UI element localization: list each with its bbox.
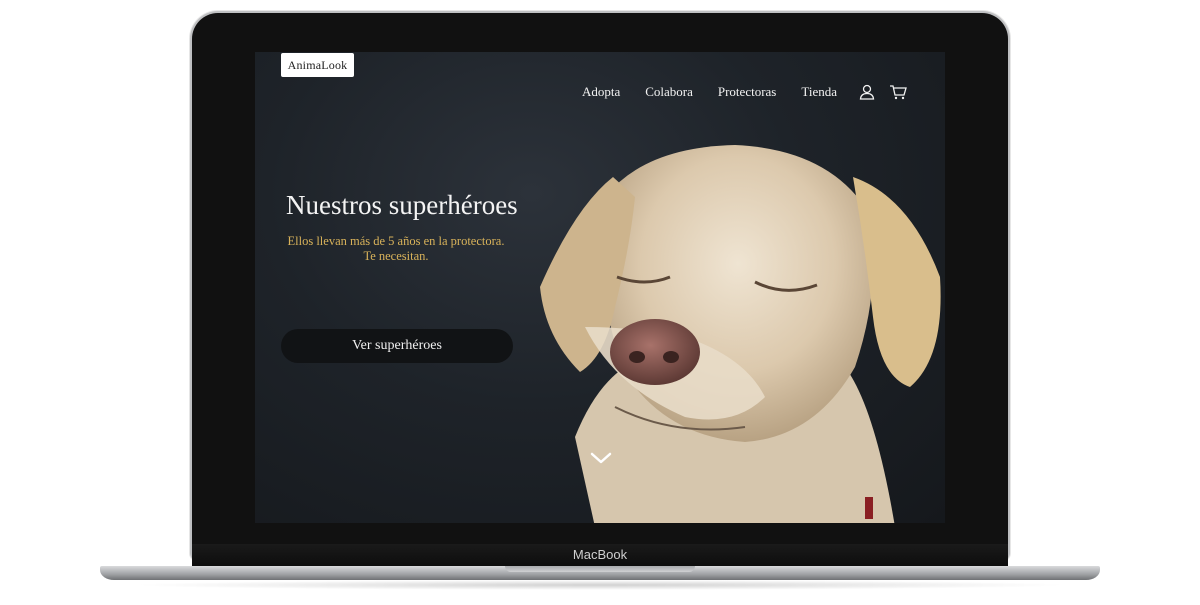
nav-adopta[interactable]: Adopta	[582, 84, 620, 100]
hero-subtitle: Ellos llevan más de 5 años en la protect…	[281, 234, 511, 264]
nav-colabora[interactable]: Colabora	[645, 84, 693, 100]
site-logo[interactable]: AnimaLook	[281, 53, 354, 77]
main-nav: Adopta Colabora Protectoras Tienda	[557, 82, 907, 102]
hero-subtitle-line-1: Ellos llevan más de 5 años en la protect…	[287, 234, 505, 248]
hero-title: Nuestros superhéroes	[286, 190, 518, 220]
user-icon[interactable]	[859, 84, 875, 100]
website-screen: AnimaLook Adopta Colabora Protectoras Ti…	[255, 52, 945, 523]
chevron-down-icon[interactable]	[589, 450, 613, 471]
laptop-notch	[505, 566, 695, 572]
hero-subtitle-line-2: Te necesitan.	[363, 249, 429, 263]
nav-protectoras[interactable]: Protectoras	[718, 84, 776, 100]
laptop-shadow	[130, 580, 1070, 590]
ver-superheroes-button[interactable]: Ver superhéroes	[281, 329, 513, 363]
nav-tienda[interactable]: Tienda	[801, 84, 837, 100]
device-brand-label: MacBook	[572, 547, 628, 562]
cart-icon[interactable]	[889, 84, 907, 100]
